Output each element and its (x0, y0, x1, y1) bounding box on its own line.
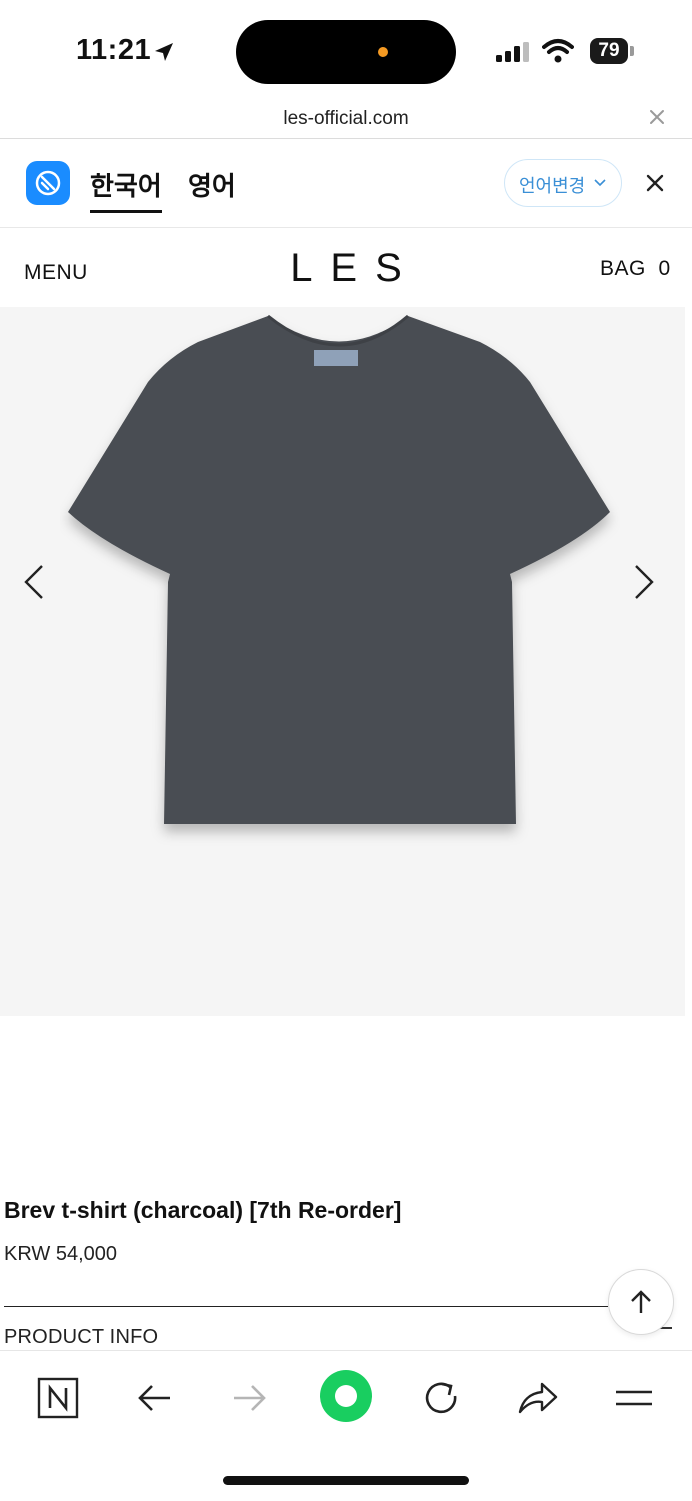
previous-image-icon[interactable] (20, 562, 48, 602)
wifi-icon (542, 39, 574, 63)
dynamic-island (236, 20, 456, 84)
home-indicator[interactable] (223, 1476, 469, 1485)
product-info-toggle[interactable]: PRODUCT INFO (4, 1326, 158, 1349)
menu-icon[interactable] (612, 1376, 656, 1420)
product-image-tshirt (68, 314, 610, 824)
product-price: KRW 54,000 (4, 1243, 118, 1265)
active-tab-underline (90, 210, 162, 213)
papago-logo-icon (26, 161, 70, 205)
status-time: 11:21 (76, 34, 152, 66)
chevron-down-icon (594, 179, 606, 187)
section-divider (4, 1306, 608, 1307)
location-arrow-icon (155, 43, 173, 61)
battery-cap (630, 46, 634, 56)
bag-link[interactable]: BAG 0 (600, 257, 671, 281)
language-change-label: 언어변경 (519, 176, 586, 196)
recording-dot-icon (378, 47, 388, 57)
tab-english[interactable]: 영어 (188, 166, 236, 203)
close-translate-icon[interactable] (644, 172, 666, 194)
share-icon[interactable] (516, 1376, 560, 1420)
url-text[interactable]: les-official.com (0, 108, 692, 130)
battery-level: 79 (598, 40, 620, 61)
site-logo[interactable]: LES (0, 246, 692, 291)
product-title: Brev t-shirt (charcoal) [7th Re-order] (4, 1197, 402, 1223)
back-icon[interactable] (132, 1376, 176, 1420)
forward-icon[interactable] (228, 1376, 272, 1420)
green-dot-center (335, 1385, 357, 1407)
naver-icon[interactable] (36, 1376, 80, 1420)
next-image-icon[interactable] (630, 562, 658, 602)
cellular-signal-icon (496, 42, 529, 62)
tab-korean[interactable]: 한국어 (90, 166, 162, 203)
reload-icon[interactable] (420, 1376, 464, 1420)
close-icon[interactable] (646, 106, 668, 128)
arrow-up-icon (631, 1290, 651, 1313)
